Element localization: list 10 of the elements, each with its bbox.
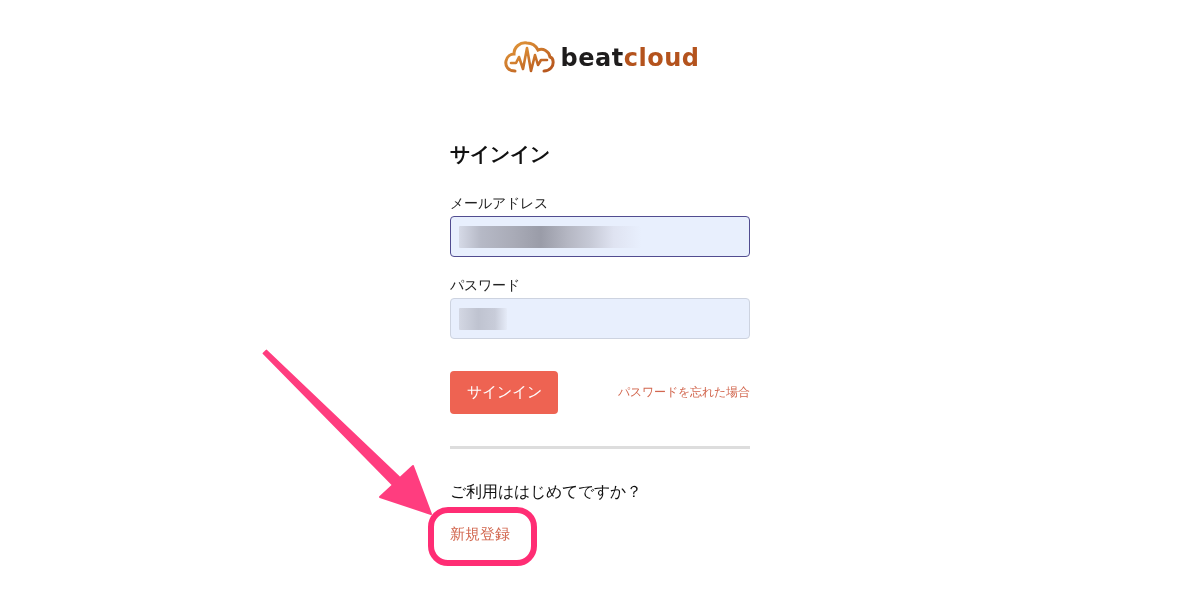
field-label: パスワード	[450, 276, 521, 294]
sign-in-button[interactable]: サインイン	[450, 371, 558, 414]
signup-prompt: ご利用ははじめてですか？	[450, 481, 642, 503]
logo-text: beatcloud	[560, 44, 700, 72]
password-field[interactable]	[450, 298, 750, 339]
email-field[interactable]	[450, 216, 750, 257]
signup-link[interactable]: 新規登録	[450, 524, 510, 544]
forgot-password-link[interactable]: パスワードを忘れた場合	[618, 384, 750, 401]
field-label: メールアドレス	[450, 194, 549, 212]
form-title: サインイン	[450, 142, 551, 166]
